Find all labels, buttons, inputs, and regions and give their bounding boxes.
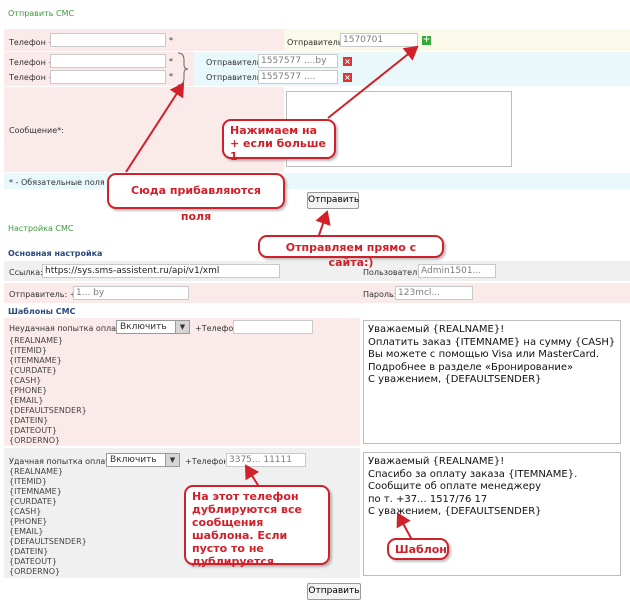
arrow-to-plus <box>327 45 419 119</box>
callout-fields-note: Сюда прибавляются поля <box>107 173 285 223</box>
arrow-to-brace <box>125 82 185 173</box>
callout-site-note: Отправляем прямо с сайта:) <box>258 235 444 269</box>
callout-phone-note: На этот телефон дублируются все сообщени… <box>184 485 330 568</box>
callout-plus-note: Нажимаем на + если больше 1 <box>222 119 336 163</box>
callout-template-note: Шаблон <box>387 538 449 560</box>
arrow-to-template <box>396 512 413 541</box>
